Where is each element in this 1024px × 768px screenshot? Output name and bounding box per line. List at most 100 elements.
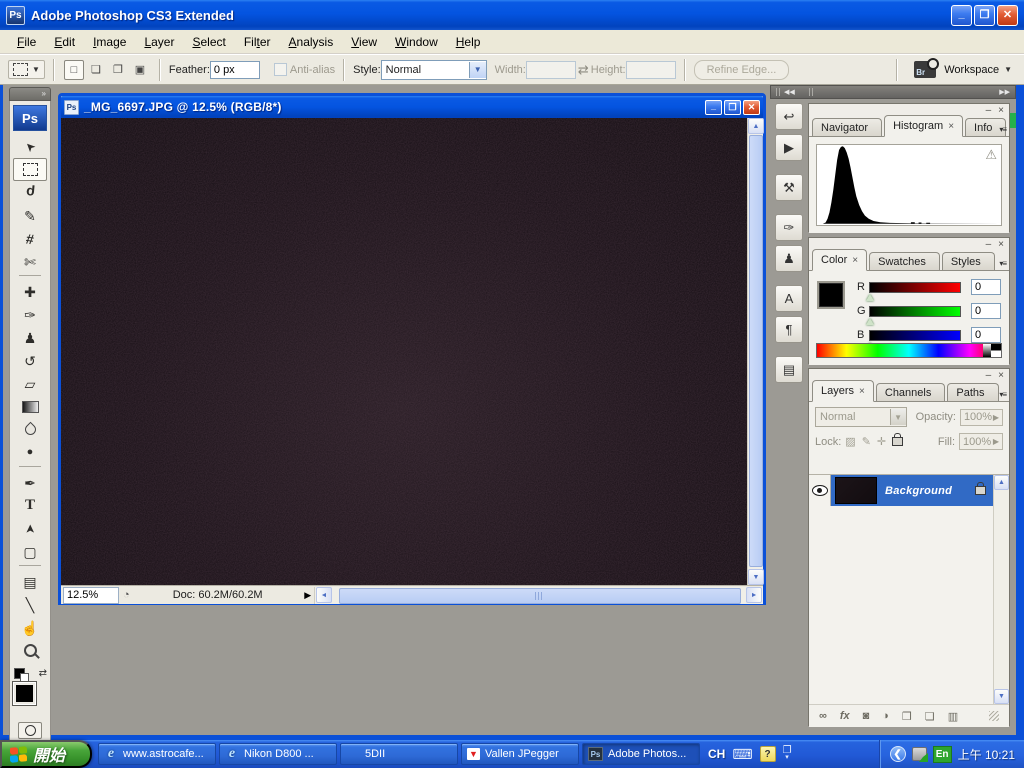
- history-panel-icon[interactable]: ↩: [775, 103, 803, 130]
- brushes-panel-icon[interactable]: ✑: [775, 214, 803, 241]
- layer-thumbnail[interactable]: [835, 477, 877, 504]
- healing-brush-tool[interactable]: ✚: [13, 280, 47, 303]
- shape-tool[interactable]: ▢: [13, 540, 47, 563]
- red-slider-marker[interactable]: [866, 294, 874, 301]
- scroll-up-icon[interactable]: ▲: [748, 118, 764, 134]
- lock-position-icon[interactable]: ✛: [877, 435, 886, 448]
- collapse-left-icon[interactable]: ◀◀: [784, 88, 795, 96]
- blue-slider[interactable]: [869, 330, 961, 341]
- foreground-color-swatch[interactable]: [13, 682, 36, 705]
- anti-alias-checkbox[interactable]: [274, 63, 287, 76]
- eraser-tool[interactable]: ▱: [13, 372, 47, 395]
- character-panel-icon[interactable]: A: [775, 285, 803, 312]
- lock-pixels-icon[interactable]: ✎: [862, 435, 871, 448]
- vertical-scroll-thumb[interactable]: [749, 135, 763, 567]
- tray-collapse-icon[interactable]: ❮: [890, 746, 906, 762]
- move-tool[interactable]: ➤: [13, 135, 47, 158]
- layer-visibility-cell[interactable]: [809, 475, 831, 506]
- paragraph-panel-icon[interactable]: ¶: [775, 316, 803, 343]
- menu-item[interactable]: Select: [183, 31, 234, 53]
- delete-layer-icon[interactable]: ▥: [948, 710, 958, 723]
- layer-name[interactable]: Background: [885, 485, 975, 497]
- hand-tool[interactable]: ☝: [13, 616, 47, 639]
- restore-button[interactable]: ❐: [974, 5, 995, 26]
- panel-minimize-icon[interactable]: –: [986, 240, 992, 250]
- dodge-tool[interactable]: ●: [13, 441, 47, 464]
- menu-item[interactable]: Filter: [235, 31, 280, 53]
- horizontal-scrollbar[interactable]: ▲ ▲: [314, 587, 763, 604]
- menu-item[interactable]: Analysis: [280, 31, 343, 53]
- add-to-selection-mode[interactable]: ❏: [86, 60, 106, 80]
- color-spectrum-ramp[interactable]: [816, 343, 1002, 358]
- safely-remove-hardware-icon[interactable]: [912, 747, 927, 761]
- blue-value-input[interactable]: 0: [971, 327, 1001, 343]
- taskbar-item-nikon[interactable]: e Nikon D800 ...: [219, 743, 337, 765]
- close-button[interactable]: ✕: [997, 5, 1018, 26]
- panel-resize-grip[interactable]: [989, 711, 999, 721]
- scroll-down-icon[interactable]: ▼: [748, 569, 764, 585]
- doc-restore-button[interactable]: ❐: [724, 100, 741, 115]
- menu-item[interactable]: Help: [447, 31, 490, 53]
- menu-item[interactable]: Image: [84, 31, 135, 53]
- add-layer-mask-icon[interactable]: ◙: [863, 710, 870, 722]
- language-options-icon[interactable]: ❐▾: [783, 747, 792, 761]
- slice-tool[interactable]: ✄: [13, 250, 47, 273]
- default-colors-icon[interactable]: [14, 668, 25, 679]
- dock-header[interactable]: ◀◀ ▶▶: [770, 85, 1016, 99]
- layer-row-background[interactable]: Background: [809, 475, 994, 506]
- lock-transparency-icon[interactable]: ▨: [845, 435, 855, 448]
- style-dropdown[interactable]: Normal ▼: [381, 60, 487, 80]
- panel-tab[interactable]: Layers×: [812, 380, 874, 402]
- new-selection-mode[interactable]: □: [64, 60, 84, 80]
- blur-tool[interactable]: [13, 418, 47, 441]
- zoom-tool[interactable]: [13, 639, 47, 662]
- brush-tool[interactable]: ✑: [13, 303, 47, 326]
- green-slider[interactable]: [869, 306, 961, 317]
- red-value-input[interactable]: 0: [971, 279, 1001, 295]
- panel-tab[interactable]: Navigator: [812, 118, 882, 136]
- taskbar-item-vallen[interactable]: ▼ Vallen JPegger: [461, 743, 579, 765]
- workspace-menu[interactable]: Workspace ▼: [944, 64, 1012, 76]
- start-button[interactable]: 開始: [0, 740, 92, 768]
- menu-item[interactable]: View: [342, 31, 386, 53]
- panel-flyout-icon[interactable]: ▾≡: [999, 259, 1006, 268]
- menu-item[interactable]: Window: [386, 31, 447, 53]
- doc-close-button[interactable]: ✕: [743, 100, 760, 115]
- panel-tab[interactable]: Histogram×: [884, 115, 963, 137]
- language-help-icon[interactable]: ?: [760, 746, 776, 762]
- tray-language-badge[interactable]: En: [933, 746, 952, 763]
- layer-comps-panel-icon[interactable]: ▤: [775, 356, 803, 383]
- lasso-tool[interactable]: ρ: [13, 181, 47, 204]
- panel-minimize-icon[interactable]: –: [986, 371, 992, 381]
- blend-mode-dropdown[interactable]: Normal ▼: [815, 407, 907, 427]
- green-value-input[interactable]: 0: [971, 303, 1001, 319]
- path-selection-tool[interactable]: ➤: [13, 517, 47, 540]
- panel-flyout-icon[interactable]: ▾≡: [999, 390, 1006, 399]
- subtract-from-selection-mode[interactable]: ❐: [108, 60, 128, 80]
- notes-tool[interactable]: ▤: [13, 570, 47, 593]
- document-canvas[interactable]: [61, 118, 747, 585]
- chevron-down-icon[interactable]: ▼: [469, 62, 486, 78]
- fill-value[interactable]: 100%▶: [959, 433, 1003, 450]
- panel-close-icon[interactable]: ×: [998, 106, 1004, 116]
- zoom-level-field[interactable]: 12.5%: [63, 587, 119, 604]
- collapse-right-icon[interactable]: ▶▶: [999, 88, 1010, 96]
- horizontal-scroll-thumb[interactable]: [339, 588, 741, 604]
- clone-source-panel-icon[interactable]: ♟: [775, 245, 803, 272]
- panel-flyout-icon[interactable]: ▾≡: [999, 125, 1006, 134]
- keyboard-icon[interactable]: ⌨: [732, 746, 752, 763]
- scroll-right-icon[interactable]: ▲: [746, 587, 762, 603]
- panel-tab[interactable]: Channels: [876, 383, 945, 401]
- taskbar-item-astrocafe[interactable]: e www.astrocafe...: [98, 743, 216, 765]
- feather-input[interactable]: [210, 61, 260, 79]
- language-indicator[interactable]: CH: [708, 747, 725, 761]
- link-layers-icon[interactable]: ∞: [819, 710, 827, 722]
- menu-item[interactable]: Edit: [45, 31, 84, 53]
- type-tool[interactable]: T: [13, 494, 47, 517]
- histogram-warning-icon[interactable]: ⚠: [985, 147, 997, 163]
- doc-minimize-button[interactable]: _: [705, 100, 722, 115]
- tool-presets-panel-icon[interactable]: ⚒: [775, 174, 803, 201]
- panel-tab[interactable]: Paths: [947, 383, 998, 401]
- panel-close-icon[interactable]: ×: [998, 240, 1004, 250]
- layers-scrollbar[interactable]: ▲ ▼: [993, 475, 1009, 704]
